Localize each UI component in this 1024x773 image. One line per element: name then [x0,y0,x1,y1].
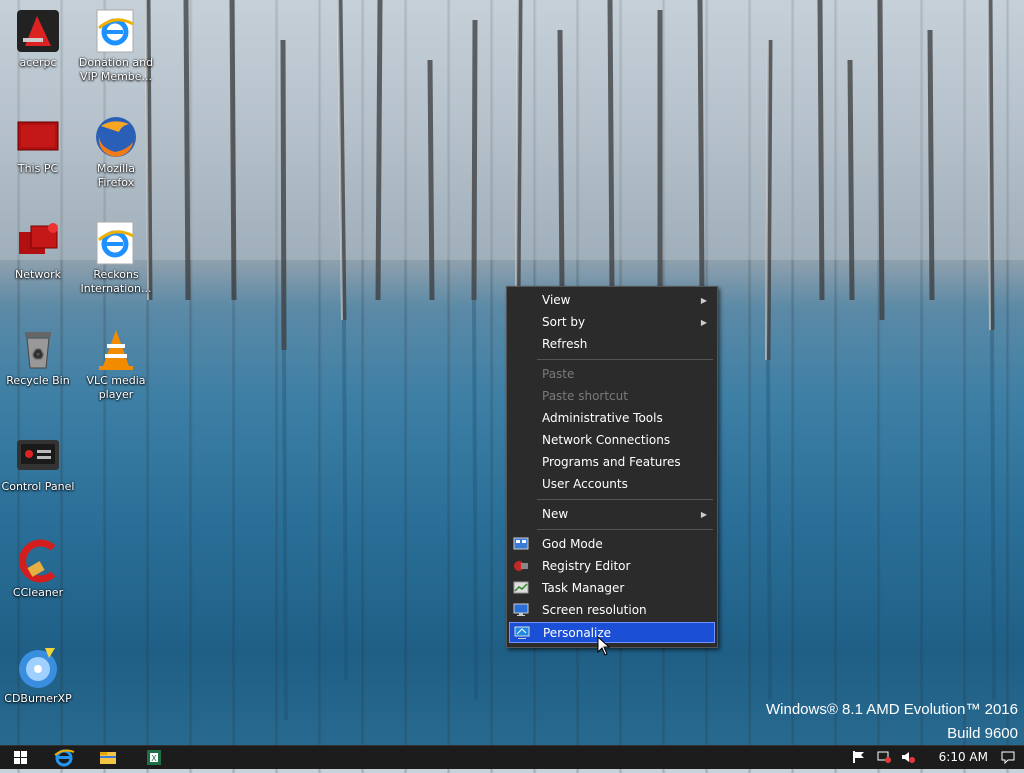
taskbar-internet-explorer[interactable] [46,746,82,769]
taskbar-clock[interactable]: 6:10 AM [939,750,988,764]
taskbar-file-explorer[interactable] [90,746,126,769]
network-icon[interactable] [876,750,892,764]
cdburnerxp-icon [15,644,61,690]
svg-text:♻: ♻ [33,347,44,361]
personalize-monitor-icon [514,626,530,640]
menu-item-new[interactable]: New ▶ [509,504,715,525]
desktop-icon-label: VLC media player [86,374,146,401]
desktop-icon-donation[interactable]: Donation and VIP Membe... [78,2,154,84]
internet-explorer-shortcut-icon [93,220,139,266]
menu-item-refresh[interactable]: Refresh [509,334,715,355]
monitor-icon [513,603,529,617]
desktop-icon-ccleaner[interactable]: CCleaner [0,532,76,600]
excel-icon: X [147,750,161,765]
menu-item-sort-by[interactable]: Sort by ▶ [509,312,715,333]
submenu-arrow-icon: ▶ [700,318,707,327]
acerpc-icon [15,8,61,54]
taskbar: X 6:10 AM [0,745,1024,769]
menu-item-network-connections[interactable]: Network Connections [509,430,715,451]
desktop-icon-control-panel[interactable]: Control Panel [0,426,76,494]
menu-separator [537,359,713,360]
desktop-icon-label: CDBurnerXP [4,692,72,705]
recycle-bin-icon: ♻ [15,326,61,372]
desktop-icon-label: CCleaner [12,586,64,599]
control-panel-icon [15,432,61,478]
desktop-icon-this-pc[interactable]: This PC [0,108,76,176]
desktop-context-menu: View ▶ Sort by ▶ Refresh Paste Paste sho… [506,286,718,648]
desktop-icon-recycle-bin[interactable]: ♻ Recycle Bin [0,320,76,388]
desktop-icon-acerpc[interactable]: acerpc [0,2,76,70]
desktop-icon-reckons[interactable]: Reckons Internation... [78,214,154,296]
start-icon [14,751,27,764]
desktop-icon-label: acerpc [19,56,57,69]
vlc-cone-icon [93,326,139,372]
menu-separator [537,529,713,530]
ccleaner-icon [15,538,61,584]
start-button[interactable] [2,746,38,769]
this-pc-icon [15,114,61,160]
desktop-icon-vlc[interactable]: VLC media player [78,320,154,402]
desktop-icon-firefox[interactable]: Mozilla Firefox [78,108,154,190]
menu-item-paste: Paste [542,367,575,381]
menu-separator [537,499,713,500]
desktop-icon-network[interactable]: Network [0,214,76,282]
menu-item-administrative-tools[interactable]: Administrative Tools [509,408,715,429]
desktop-icon-cdburnerxp[interactable]: CDBurnerXP [0,638,76,706]
os-build-watermark: Build 9600 [947,725,1018,742]
desktop-icon-label: Reckons Internation... [80,268,152,295]
action-center-flag-icon[interactable] [850,750,866,764]
menu-item-programs-and-features[interactable]: Programs and Features [509,452,715,473]
menu-item-user-accounts[interactable]: User Accounts [509,474,715,495]
menu-item-paste-shortcut: Paste shortcut [542,389,628,403]
desktop-icon-label: Recycle Bin [6,374,70,387]
volume-muted-icon[interactable] [900,750,916,764]
mouse-cursor-icon [597,636,611,656]
task-manager-icon [513,581,529,595]
svg-text:X: X [151,754,157,763]
desktop-icon-label: This PC [17,162,59,175]
menu-item-task-manager[interactable]: Task Manager [509,578,715,599]
internet-explorer-shortcut-icon [93,8,139,54]
submenu-arrow-icon: ▶ [700,296,707,305]
desktop-icon-label: Donation and VIP Membe... [78,56,154,83]
god-mode-icon [513,537,529,551]
desktop-icon-label: Control Panel [1,480,75,493]
menu-item-personalize[interactable]: Personalize [509,622,715,643]
internet-explorer-icon [54,749,75,767]
registry-editor-icon [513,559,529,573]
menu-item-registry-editor[interactable]: Registry Editor [509,556,715,577]
submenu-arrow-icon: ▶ [700,510,707,519]
menu-item-god-mode[interactable]: God Mode [509,534,715,555]
desktop-icon-label: Mozilla Firefox [97,162,135,189]
menu-item-screen-resolution[interactable]: Screen resolution [509,600,715,621]
file-explorer-icon [100,752,116,764]
firefox-icon [93,114,139,160]
taskbar-excel[interactable]: X [136,746,172,769]
network-icon [15,220,61,266]
desktop-icon-label: Network [15,268,61,281]
os-edition-watermark: Windows® 8.1 AMD Evolution™ 2016 [765,701,1018,718]
notifications-icon[interactable] [1000,750,1016,764]
menu-item-view[interactable]: View ▶ [509,290,715,311]
